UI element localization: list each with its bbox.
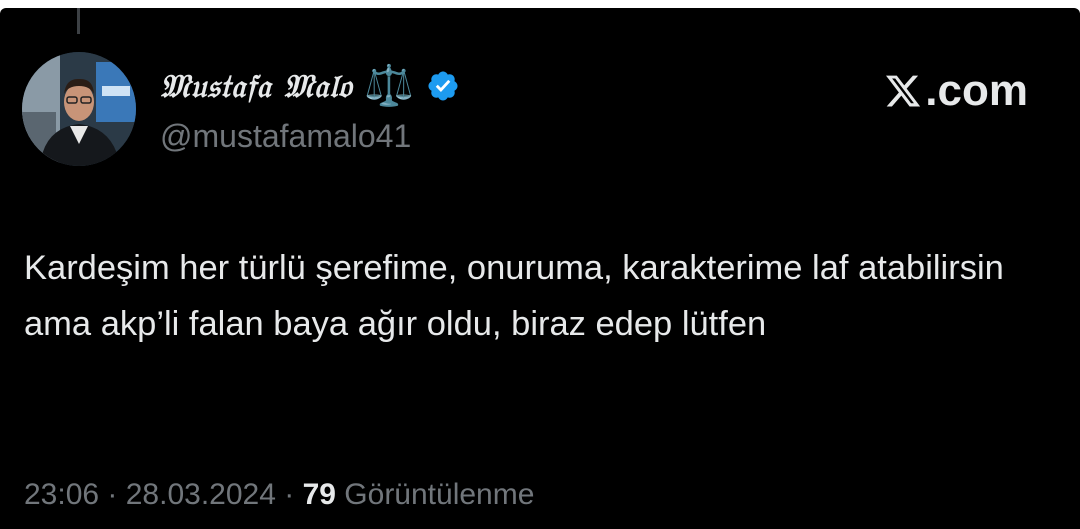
- views-count[interactable]: 79: [303, 478, 336, 512]
- verified-badge-icon[interactable]: [426, 69, 460, 103]
- tweet-date[interactable]: 28.03.2024: [126, 478, 276, 512]
- views-label[interactable]: Görüntülenme: [344, 478, 534, 512]
- tweet-card: 𝔐𝔲𝔰𝔱𝔞𝔣𝔞 𝔐𝔞𝔩𝔬 ⚖️ @mustafamalo41 .com Kard…: [0, 8, 1080, 529]
- tweet-time[interactable]: 23:06: [24, 478, 99, 512]
- tweet-meta: 23:06 · 28.03.2024 · 79 Görüntülenme: [24, 478, 534, 512]
- thread-connector-line: [77, 8, 80, 34]
- tweet-text: Kardeşim her türlü şerefime, onuruma, ka…: [24, 249, 1004, 343]
- source-suffix: .com: [925, 66, 1028, 115]
- meta-separator: ·: [275, 478, 303, 511]
- author-handle[interactable]: @mustafamalo41: [160, 118, 411, 155]
- source-watermark: .com: [883, 66, 1028, 116]
- avatar-photo: [22, 52, 136, 166]
- scales-icon: ⚖️: [364, 64, 415, 108]
- meta-separator: ·: [99, 478, 126, 511]
- author-name-row[interactable]: 𝔐𝔲𝔰𝔱𝔞𝔣𝔞 𝔐𝔞𝔩𝔬 ⚖️: [160, 66, 460, 106]
- author-display-name[interactable]: 𝔐𝔲𝔰𝔱𝔞𝔣𝔞 𝔐𝔞𝔩𝔬: [160, 67, 352, 106]
- avatar[interactable]: [22, 52, 136, 166]
- x-logo-icon: [886, 75, 921, 107]
